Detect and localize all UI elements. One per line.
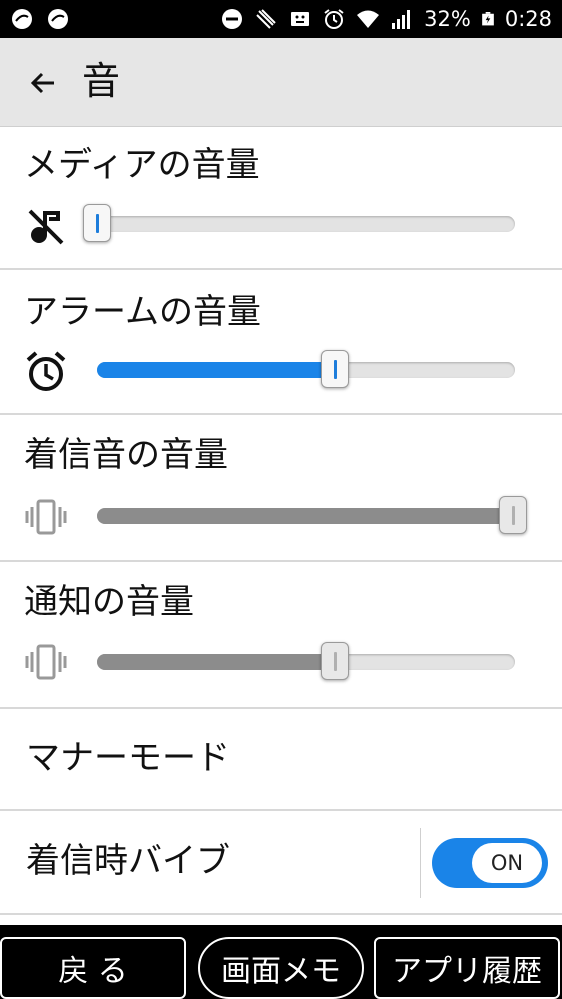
- app-bar: 音: [0, 38, 562, 127]
- vibrate-icon: [25, 499, 67, 535]
- slider-fill: [97, 654, 335, 670]
- back-nav-button[interactable]: 戻 る: [0, 937, 186, 999]
- do-not-disturb-icon: [222, 9, 243, 29]
- status-bar: 32% 0:28: [0, 0, 562, 38]
- vibrate-on-ring-label: 着信時バイブ: [26, 841, 230, 881]
- notification-volume-slider[interactable]: [97, 642, 515, 680]
- app-history-button[interactable]: アプリ履歴: [374, 937, 560, 999]
- ringtone-volume-row: 着信音の音量: [0, 415, 562, 562]
- ringtone-volume-slider[interactable]: [97, 496, 527, 534]
- app-notification-icon: [48, 9, 68, 29]
- page-title: 音: [82, 59, 121, 103]
- signal-icon: [392, 10, 411, 29]
- media-volume-row: メディアの音量: [0, 127, 562, 270]
- media-volume-slider[interactable]: [83, 204, 515, 242]
- toggle-knob: ON: [472, 843, 542, 883]
- battery-percent: 32%: [424, 7, 471, 31]
- ringtone-volume-label: 着信音の音量: [24, 435, 228, 475]
- alarm-icon: [324, 9, 344, 29]
- divider: [420, 828, 421, 898]
- slider-fill: [97, 362, 335, 378]
- vibrate-on-ring-toggle[interactable]: ON: [432, 838, 548, 888]
- alarm-volume-slider[interactable]: [97, 350, 515, 388]
- wifi-icon: [357, 10, 380, 28]
- vibrate-icon: [25, 644, 67, 680]
- battery-charging-icon: [481, 12, 494, 26]
- alarm-volume-label: アラームの音量: [24, 292, 261, 332]
- notification-volume-row: 通知の音量: [0, 562, 562, 709]
- slider-thumb[interactable]: [83, 204, 111, 242]
- bottom-nav: 戻 る 画面メモ アプリ履歴: [0, 925, 562, 999]
- nfc-icon: [256, 9, 276, 29]
- notification-volume-label: 通知の音量: [24, 582, 194, 622]
- slider-fill: [97, 508, 515, 524]
- sim-card-icon: [291, 12, 310, 26]
- slider-thumb[interactable]: [321, 350, 349, 388]
- arrow-left-icon: [30, 72, 54, 94]
- app-notification-icon: [12, 9, 32, 29]
- screen-memo-button[interactable]: 画面メモ: [198, 937, 364, 999]
- slider-thumb[interactable]: [321, 642, 349, 680]
- slider-thumb[interactable]: [499, 496, 527, 534]
- back-button[interactable]: [20, 60, 66, 106]
- media-volume-label: メディアの音量: [24, 145, 260, 185]
- manner-mode-label: マナーモード: [26, 738, 230, 778]
- alarm-volume-row: アラームの音量: [0, 270, 562, 415]
- clock: 0:28: [504, 7, 552, 31]
- music-muted-icon: [28, 209, 64, 245]
- manner-mode-row[interactable]: マナーモード: [0, 709, 562, 811]
- alarm-clock-icon: [26, 351, 66, 391]
